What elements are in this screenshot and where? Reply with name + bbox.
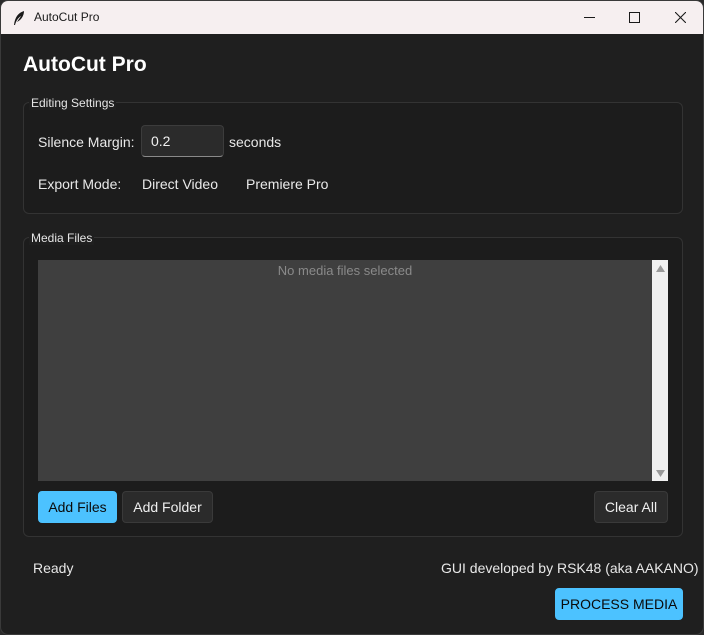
editing-settings-group — [23, 102, 683, 214]
add-files-button[interactable]: Add Files — [38, 491, 117, 523]
window-title: AutoCut Pro — [34, 10, 100, 24]
maximize-button[interactable] — [611, 1, 657, 34]
close-icon — [674, 12, 686, 23]
editing-settings-label: Editing Settings — [29, 96, 117, 110]
media-file-list[interactable]: No media files selected — [38, 260, 652, 481]
minimize-button[interactable] — [566, 1, 612, 34]
list-scrollbar[interactable] — [652, 260, 668, 481]
feather-icon — [12, 10, 26, 26]
title-bar[interactable]: AutoCut Pro — [1, 1, 703, 34]
status-text: Ready — [33, 560, 74, 576]
add-folder-button[interactable]: Add Folder — [122, 491, 213, 523]
app-heading: AutoCut Pro — [23, 53, 147, 76]
silence-margin-input[interactable] — [141, 125, 224, 157]
export-mode-label: Export Mode: — [38, 176, 122, 192]
silence-margin-label: Silence Margin: — [38, 134, 135, 150]
scroll-up-arrow-icon[interactable] — [652, 260, 668, 276]
empty-list-text: No media files selected — [277, 263, 413, 278]
export-mode-direct-video[interactable]: Direct Video — [142, 176, 218, 192]
export-mode-premiere-pro[interactable]: Premiere Pro — [246, 176, 328, 192]
credit-text: GUI developed by RSK48 (aka AAKANO) — [441, 560, 699, 576]
scroll-down-arrow-icon[interactable] — [652, 465, 668, 481]
close-button[interactable] — [657, 1, 703, 34]
silence-margin-unit: seconds — [229, 134, 282, 150]
minimize-icon — [583, 12, 595, 23]
clear-all-button[interactable]: Clear All — [594, 491, 668, 523]
app-window: AutoCut Pro AutoCut Pro Editing Settings… — [0, 0, 704, 635]
process-media-button[interactable]: PROCESS MEDIA — [555, 588, 683, 620]
maximize-icon — [628, 12, 640, 23]
media-files-label: Media Files — [29, 231, 95, 245]
